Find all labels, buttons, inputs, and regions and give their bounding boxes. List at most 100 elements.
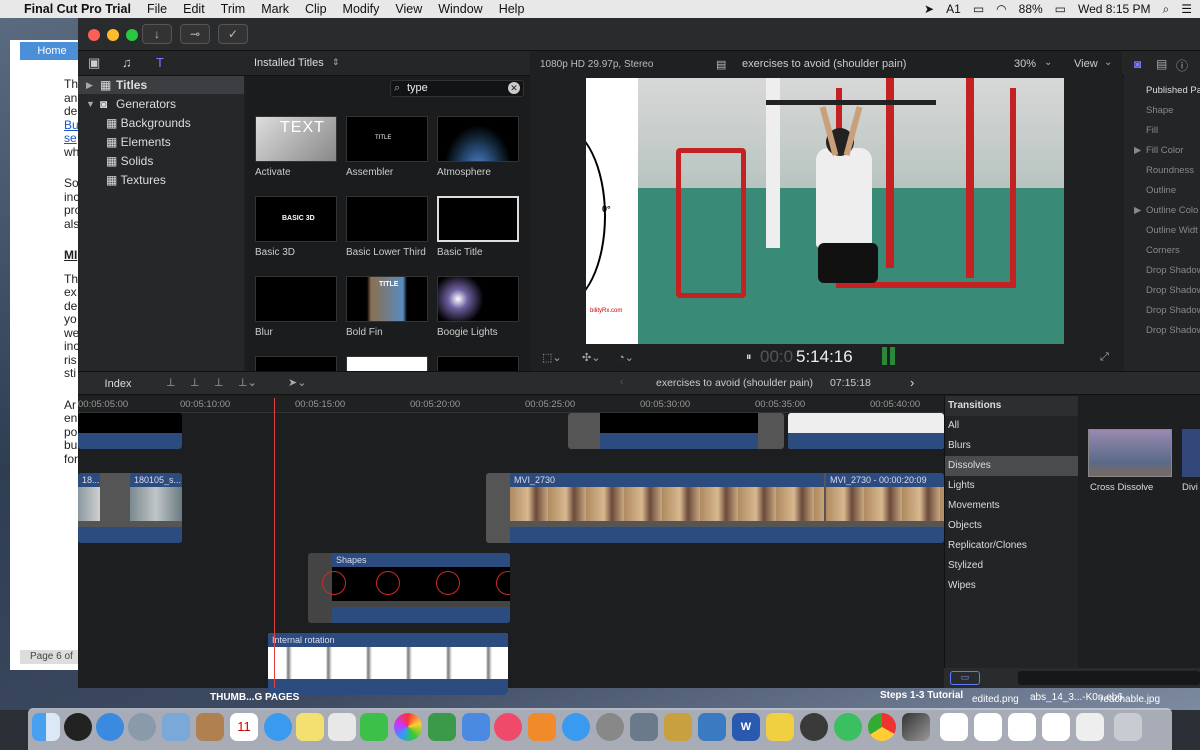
menu-edit[interactable]: Edit (175, 2, 213, 16)
thumb-atmosphere[interactable] (437, 116, 519, 162)
keyword-button[interactable]: ⊸ (180, 24, 210, 44)
clip-internal-rotation[interactable]: Internal rotation (268, 633, 508, 695)
append-clip-icon[interactable]: ⊥ (214, 376, 224, 389)
dashboard-icon[interactable] (64, 713, 92, 741)
transition-category[interactable]: Wipes (945, 576, 1079, 596)
menu-trim[interactable]: Trim (213, 2, 254, 16)
timeline-track-area[interactable]: 18... 180105_s... MVI_2730 MVI_2730 - 00… (78, 413, 944, 695)
minimize-window-button[interactable] (107, 29, 119, 41)
sidebar-item-generators[interactable]: ▼ ◙ Generators (78, 95, 244, 113)
location-icon[interactable]: ➤ (924, 2, 934, 16)
reminders-icon[interactable] (328, 713, 356, 741)
document-icon[interactable] (974, 713, 1002, 741)
installed-titles-dropdown[interactable]: Installed Titles (254, 57, 324, 69)
battery-percent[interactable]: 88% (1019, 2, 1043, 16)
thumb-activate[interactable]: TEXT (255, 116, 337, 162)
chrome-icon[interactable] (868, 713, 896, 741)
app-store-icon[interactable] (562, 713, 590, 741)
airplay-icon[interactable]: ▭ (973, 2, 984, 16)
transition-category[interactable]: Replicator/Clones (945, 536, 1079, 556)
stickies-icon[interactable] (766, 713, 794, 741)
clip-top-mid[interactable] (568, 413, 784, 449)
notes-icon[interactable] (296, 713, 324, 741)
info-icon[interactable]: ⓘ (1176, 57, 1188, 74)
menu-view[interactable]: View (387, 2, 430, 16)
thumb-assembler[interactable]: TITLE (346, 116, 428, 162)
connect-clip-icon[interactable]: ⊥ (166, 376, 176, 389)
disclosure-right-icon[interactable]: ▶ (1134, 145, 1141, 156)
final-cut-pro-icon[interactable] (902, 713, 930, 741)
forward-arrow-icon[interactable]: › (910, 375, 914, 390)
wifi-icon[interactable]: ◠ (996, 2, 1006, 16)
import-button[interactable]: ↓ (142, 24, 172, 44)
safari-icon[interactable] (96, 713, 124, 741)
sidebar-item-elements[interactable]: ▦ Elements (106, 133, 171, 151)
timecode[interactable]: 5:14:16 (796, 347, 853, 367)
thumb-blur[interactable] (255, 276, 337, 322)
document-icon[interactable] (1076, 713, 1104, 741)
sidebar-toggle-icon[interactable]: ▭ (950, 671, 980, 685)
finder-icon[interactable] (32, 713, 60, 741)
sidebar-item-titles[interactable]: ▶ ▦ Titles (78, 76, 244, 94)
play-pause-icon[interactable]: ⏸ (746, 351, 752, 364)
playhead[interactable] (274, 398, 275, 688)
calendar-icon[interactable]: 11 (230, 713, 258, 741)
clock[interactable]: Wed 8:15 PM (1078, 2, 1150, 16)
transform-tool-icon[interactable]: ⬚⌄ (542, 351, 562, 364)
thumb-partial[interactable] (437, 356, 519, 371)
document-icon[interactable] (1008, 713, 1036, 741)
desktop-file-label[interactable]: reachable.jpg (1100, 694, 1160, 705)
thumb-basic-lower-third[interactable] (346, 196, 428, 242)
disclosure-right-icon[interactable]: ▶ (1134, 205, 1141, 216)
clip-top-right[interactable] (788, 413, 944, 449)
transition-category[interactable]: Lights (945, 476, 1079, 496)
facetime-icon[interactable] (360, 713, 388, 741)
music-icon[interactable] (494, 713, 522, 741)
numbers-icon[interactable] (428, 713, 456, 741)
transition-category[interactable]: All (945, 416, 1079, 436)
insert-clip-icon[interactable]: ⊥ (190, 376, 200, 389)
speed-tool-icon[interactable]: ◔⌄ (618, 351, 634, 364)
title-inspector-icon[interactable]: ◙ (1134, 57, 1141, 71)
messages-icon[interactable] (264, 713, 292, 741)
thumb-partial[interactable] (255, 356, 337, 371)
media-browser-icon[interactable]: ▣ (88, 55, 100, 71)
desktop-file-label[interactable]: edited.png (972, 694, 1019, 705)
search-field[interactable]: ⌕ type ✕ (390, 80, 524, 97)
sidebar-item-backgrounds[interactable]: ▦ Backgrounds (106, 114, 191, 132)
divide-thumb[interactable] (1182, 429, 1200, 477)
app-menu[interactable]: Final Cut Pro Trial (16, 2, 139, 16)
overwrite-clip-icon[interactable]: ⊥⌄ (238, 376, 257, 389)
menu-mark[interactable]: Mark (253, 2, 297, 16)
pineapple-icon[interactable] (664, 713, 692, 741)
thumb-bold-fin[interactable]: TITLE (346, 276, 428, 322)
transition-search-field[interactable] (1018, 671, 1200, 685)
preview-icon[interactable] (162, 713, 190, 741)
clip-mvi-2730[interactable]: MVI_2730 MVI_2730 - 00:00:20:09 (486, 473, 944, 543)
video-inspector-icon[interactable]: ▤ (1156, 57, 1167, 71)
clip-shapes[interactable]: Shapes (308, 553, 510, 623)
fullscreen-icon[interactable]: ⤢ (1100, 351, 1109, 364)
transition-category[interactable]: Blurs (945, 436, 1079, 456)
desktop-file-label[interactable]: THUMB...G PAGES (210, 692, 299, 703)
headphones-icon[interactable] (800, 713, 828, 741)
index-button[interactable]: Index (94, 376, 142, 392)
menu-modify[interactable]: Modify (335, 2, 388, 16)
home-button[interactable]: Home (20, 42, 84, 60)
system-preferences-icon[interactable] (596, 713, 624, 741)
chevron-down-icon[interactable]: ⌄ (1044, 57, 1052, 68)
cross-dissolve-thumb[interactable] (1088, 429, 1172, 477)
zoom-window-button[interactable] (126, 29, 138, 41)
app-icon[interactable] (698, 713, 726, 741)
document-icon[interactable] (940, 713, 968, 741)
background-tasks-button[interactable]: ✓ (218, 24, 248, 44)
titles-generators-icon[interactable]: T (156, 55, 164, 70)
contacts-icon[interactable] (196, 713, 224, 741)
menu-help[interactable]: Help (491, 2, 533, 16)
clip-top-left[interactable] (78, 413, 182, 449)
keynote-icon[interactable] (462, 713, 490, 741)
notification-icon[interactable]: ☰ (1181, 2, 1192, 16)
whatsapp-icon[interactable] (834, 713, 862, 741)
menu-clip[interactable]: Clip (297, 2, 335, 16)
transition-category[interactable]: Objects (945, 516, 1079, 536)
